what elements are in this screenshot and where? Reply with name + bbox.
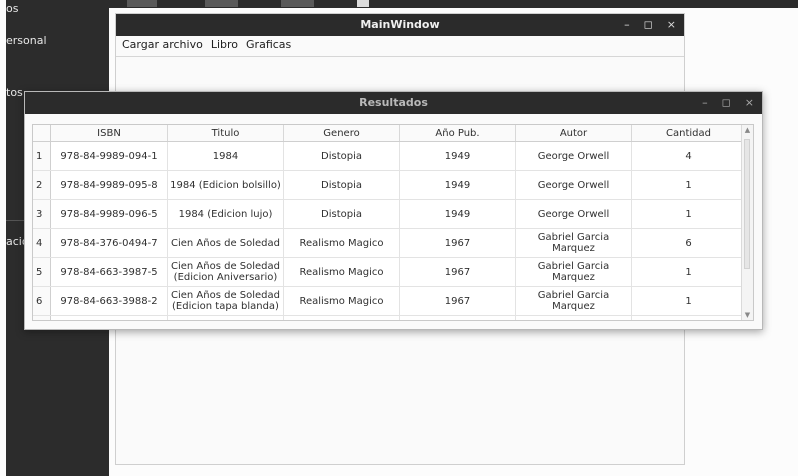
cell-titulo[interactable]: 1984 (Edicion bolsillo) [167,170,284,200]
cell-isbn[interactable]: 978-84-9989-095-8 [50,170,168,200]
table-row[interactable]: 1 978-84-9989-094-1 1984 Distopia 1949 G… [33,141,746,171]
cell-cantidad[interactable]: 1 [631,170,746,200]
cell-cantidad[interactable]: 6 [631,228,746,258]
maximize-icon[interactable]: ◻ [722,92,731,114]
cell-anio[interactable]: 1967 [399,286,516,316]
minimize-icon[interactable]: – [702,92,708,114]
taskbar-item [205,0,238,7]
dialog-title: Resultados [359,96,428,109]
close-icon[interactable]: × [745,92,754,114]
menu-libro[interactable]: Libro [211,36,238,54]
cell-isbn[interactable]: 978-84-663-3987-5 [50,257,168,287]
cell-titulo[interactable]: Cien Años de Soledad (Edicion tapa bland… [167,286,284,316]
cell-cantidad[interactable]: 1 [631,286,746,316]
table-row[interactable]: 4 978-84-376-0494-7 Cien Años de Soledad… [33,228,746,258]
scroll-down-icon[interactable]: ▼ [742,310,753,320]
cell-titulo [167,315,284,320]
row-number[interactable]: 5 [33,257,51,287]
cell-autor[interactable]: George Orwell [515,170,632,200]
table-corner[interactable] [33,125,51,142]
main-window-titlebar[interactable]: MainWindow – ◻ × [116,14,684,36]
table-row[interactable]: 6 978-84-663-3988-2 Cien Años de Soledad… [33,286,746,316]
cell-titulo[interactable]: Cien Años de Soledad [167,228,284,258]
cell-isbn[interactable]: 978-84-376-0494-7 [50,228,168,258]
table-row[interactable]: 3 978-84-9989-096-5 1984 (Edicion lujo) … [33,199,746,229]
close-icon[interactable]: × [667,14,676,36]
cell-anio[interactable]: 1949 [399,199,516,229]
cell-isbn [50,315,168,320]
desktop-label: ersonal [6,34,47,47]
cell-autor[interactable]: Gabriel Garcia Marquez [515,286,632,316]
cell-genero[interactable]: Distopia [283,141,400,171]
cell-genero[interactable]: Realismo Magico [283,257,400,287]
taskbar-item [357,0,369,7]
minimize-icon[interactable]: – [624,14,630,36]
cell-autor[interactable]: George Orwell [515,199,632,229]
cell-genero [283,315,400,320]
menu-graficas[interactable]: Graficas [246,36,291,54]
menubar: Cargar archivo Libro Graficas [116,36,684,54]
cell-autor[interactable]: Gabriel Garcia Marquez [515,257,632,287]
scrollbar-thumb[interactable] [744,139,750,269]
main-window-controls: – ◻ × [624,14,676,36]
cell-genero[interactable]: Realismo Magico [283,286,400,316]
cell-isbn[interactable]: 978-84-9989-096-5 [50,199,168,229]
desktop-label: os [6,2,19,15]
cell-titulo[interactable]: 1984 (Edicion lujo) [167,199,284,229]
row-number[interactable]: 6 [33,286,51,316]
row-number[interactable]: 2 [33,170,51,200]
row-number [33,315,51,320]
scroll-up-icon[interactable]: ▲ [742,125,753,135]
cell-titulo[interactable]: 1984 [167,141,284,171]
cell-anio[interactable]: 1967 [399,257,516,287]
table-row-partial [33,315,746,320]
row-number[interactable]: 3 [33,199,51,229]
cell-autor[interactable]: George Orwell [515,141,632,171]
table-header-row: ISBN Titulo Genero Año Pub. Autor Cantid… [33,125,746,142]
desktop-label: tos [6,86,23,99]
results-dialog: Resultados – ◻ × ISBN Titulo Genero Año … [24,91,763,330]
vertical-scrollbar[interactable]: ▲ ▼ [741,125,753,320]
cell-genero[interactable]: Distopia [283,170,400,200]
results-table: ISBN Titulo Genero Año Pub. Autor Cantid… [33,125,746,320]
desktop-top-bar [6,0,798,8]
cell-anio[interactable]: 1967 [399,228,516,258]
cell-anio[interactable]: 1949 [399,170,516,200]
dialog-controls: – ◻ × [702,92,754,114]
maximize-icon[interactable]: ◻ [644,14,653,36]
cell-autor [515,315,632,320]
column-header-isbn[interactable]: ISBN [50,125,168,142]
cell-cantidad [631,315,746,320]
taskbar-item [281,0,314,7]
cell-anio [399,315,516,320]
cell-cantidad[interactable]: 4 [631,141,746,171]
cell-cantidad[interactable]: 1 [631,257,746,287]
column-header-genero[interactable]: Genero [283,125,400,142]
row-number[interactable]: 4 [33,228,51,258]
cell-autor[interactable]: Gabriel Garcia Marquez [515,228,632,258]
table-row[interactable]: 5 978-84-663-3987-5 Cien Años de Soledad… [33,257,746,287]
menu-cargar-archivo[interactable]: Cargar archivo [122,36,203,54]
cell-isbn[interactable]: 978-84-663-3988-2 [50,286,168,316]
row-number[interactable]: 1 [33,141,51,171]
cell-isbn[interactable]: 978-84-9989-094-1 [50,141,168,171]
cell-anio[interactable]: 1949 [399,141,516,171]
column-header-anio[interactable]: Año Pub. [399,125,516,142]
taskbar-item [127,0,157,7]
results-table-container: ISBN Titulo Genero Año Pub. Autor Cantid… [32,124,754,321]
cell-titulo[interactable]: Cien Años de Soledad (Edicion Aniversari… [167,257,284,287]
column-header-titulo[interactable]: Titulo [167,125,284,142]
cell-genero[interactable]: Realismo Magico [283,228,400,258]
main-window-title: MainWindow [360,18,440,31]
table-row[interactable]: 2 978-84-9989-095-8 1984 (Edicion bolsil… [33,170,746,200]
dialog-titlebar[interactable]: Resultados – ◻ × [25,92,762,114]
menubar-divider [116,56,684,57]
column-header-cantidad[interactable]: Cantidad [631,125,746,142]
cell-cantidad[interactable]: 1 [631,199,746,229]
column-header-autor[interactable]: Autor [515,125,632,142]
cell-genero[interactable]: Distopia [283,199,400,229]
